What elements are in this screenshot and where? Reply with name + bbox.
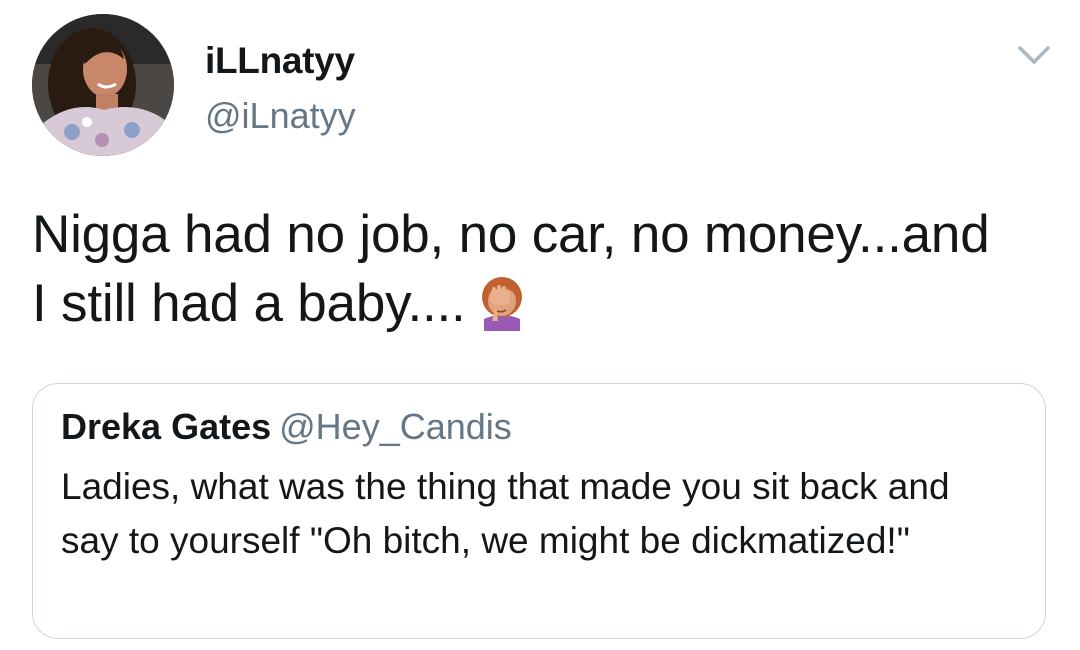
- author-handle[interactable]: @iLnatyy: [205, 95, 356, 137]
- quoted-author-name: Dreka Gates: [61, 406, 272, 447]
- quoted-author-handle: @Hey_Candis: [279, 406, 512, 447]
- tweet-text: Nigga had no job, no car, no money...and…: [32, 200, 992, 338]
- chevron-down-icon[interactable]: [1014, 40, 1054, 70]
- author-avatar[interactable]: [32, 14, 174, 156]
- woman-facepalming-icon: [476, 277, 528, 331]
- avatar-photo-icon: [32, 14, 174, 156]
- quoted-tweet-header: Dreka Gates @Hey_Candis: [61, 406, 512, 448]
- quoted-tweet[interactable]: Dreka Gates @Hey_Candis Ladies, what was …: [32, 383, 1046, 639]
- quoted-tweet-text: Ladies, what was the thing that made you…: [61, 466, 950, 561]
- author-display-name[interactable]: iLLnatyy: [205, 40, 355, 82]
- tweet-card: iLLnatyy @iLnatyy Nigga had no job, no c…: [0, 0, 1080, 650]
